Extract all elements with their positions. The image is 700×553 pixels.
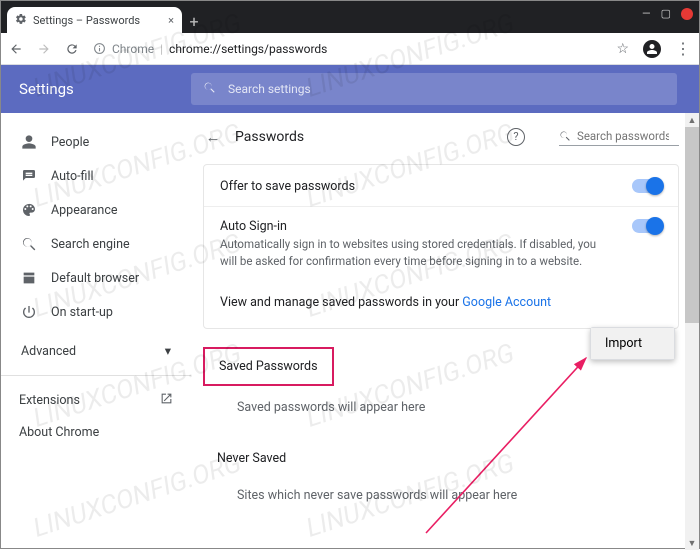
sidebar-item-people[interactable]: People [1,125,191,159]
sidebar-divider [1,375,191,376]
sidebar-item-startup[interactable]: On start-up [1,295,191,329]
window-close-icon[interactable] [681,8,693,20]
scrollbar-thumb[interactable] [685,113,699,323]
search-icon [203,81,216,98]
sidebar-item-label: Search engine [51,237,130,252]
settings-search[interactable] [191,73,677,105]
url-scheme: Chrome [112,42,154,56]
import-menu-item[interactable]: Import [591,328,674,359]
tab-title: Settings – Passwords [33,14,140,27]
window-controls: — ▢ [642,7,693,20]
view-manage-prefix: View and manage saved passwords in your [220,295,462,310]
offer-save-row: Offer to save passwords [204,167,678,206]
settings-search-input[interactable] [228,82,665,96]
url-path: chrome://settings/passwords [169,42,327,56]
sidebar-item-label: Appearance [51,203,118,218]
sidebar-about-label: About Chrome [19,425,99,440]
scroll-down-icon[interactable]: ▼ [685,536,699,550]
sidebar-item-search-engine[interactable]: Search engine [1,227,191,261]
page-back-icon[interactable]: ← [203,128,223,146]
password-search-input[interactable] [577,129,669,143]
search-icon [559,130,571,142]
minimize-icon[interactable]: — [642,7,651,20]
page-title: Passwords [235,129,304,145]
password-search[interactable] [559,127,679,146]
offer-save-toggle[interactable] [632,179,662,193]
settings-brand: Settings [1,80,191,98]
settings-topbar: Settings [1,65,699,113]
forward-icon[interactable] [37,42,51,56]
auto-signin-label: Auto Sign-in [220,219,600,234]
never-saved-empty: Sites which never save passwords will ap… [203,474,679,517]
address-bar: Chrome | chrome://settings/passwords ☆ ⋮ [1,33,699,65]
omnibox[interactable]: Chrome | chrome://settings/passwords [93,42,602,56]
sidebar-item-label: Auto-fill [51,169,94,184]
sidebar-advanced-label: Advanced [21,344,76,359]
close-tab-icon[interactable]: × [168,14,174,27]
sidebar-item-label: Default browser [51,271,139,286]
auto-signin-toggle[interactable] [632,219,662,233]
window-titlebar: Settings – Passwords × + — ▢ [1,1,699,33]
browser-tab[interactable]: Settings – Passwords × [7,7,182,33]
google-account-link[interactable]: Google Account [462,295,551,310]
browser-menu-icon[interactable]: ⋮ [675,39,691,58]
sidebar-about[interactable]: About Chrome [1,417,191,448]
gear-icon [15,13,27,28]
offer-save-label: Offer to save passwords [220,179,355,194]
help-icon[interactable]: ? [507,128,525,146]
reload-icon[interactable] [65,42,79,56]
overflow-menu: Import [590,327,675,360]
never-saved-header: Never Saved [203,443,679,474]
maximize-icon[interactable]: ▢ [661,7,671,20]
sidebar-extensions-label: Extensions [19,393,80,408]
bookmark-star-icon[interactable]: ☆ [616,41,629,57]
settings-sidebar: People Auto-fill Appearance Search engin… [1,113,191,550]
sidebar-item-label: People [51,135,89,150]
sidebar-item-appearance[interactable]: Appearance [1,193,191,227]
scroll-up-icon[interactable]: ▲ [685,113,699,127]
password-settings-card: Offer to save passwords Auto Sign-in Aut… [203,164,679,329]
settings-content: ← Passwords ? Offer to save passwords Au… [191,113,699,550]
open-external-icon [160,392,173,409]
sidebar-item-default-browser[interactable]: Default browser [1,261,191,295]
sidebar-item-label: On start-up [51,305,113,320]
saved-passwords-header: Saved Passwords [203,347,334,386]
back-icon[interactable] [9,42,23,56]
sidebar-extensions[interactable]: Extensions [1,384,191,417]
chevron-down-icon: ▾ [165,343,171,359]
auto-signin-desc: Automatically sign in to websites using … [220,236,600,271]
info-icon [93,42,106,55]
new-tab-button[interactable]: + [182,9,206,33]
auto-signin-row: Auto Sign-in Automatically sign in to we… [204,206,678,283]
google-account-link-row: View and manage saved passwords in your … [204,283,678,326]
account-avatar-icon[interactable] [643,40,661,58]
saved-passwords-empty: Saved passwords will appear here [203,386,679,429]
sidebar-advanced[interactable]: Advanced ▾ [1,335,191,367]
sidebar-item-autofill[interactable]: Auto-fill [1,159,191,193]
